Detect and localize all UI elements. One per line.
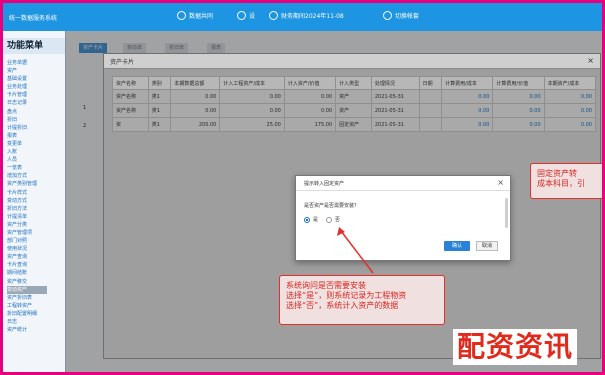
watermark: 配资资讯 [453, 329, 578, 365]
callout-line: 固定资产转 [537, 169, 577, 178]
callout-line: 系统询问是否需要安装 [286, 281, 366, 290]
callout-line: 选择“是”，则系统记录为工程物资 [286, 291, 407, 300]
app-window: 统一数据服务系统 数据共同 设 财务期间2024年11-08 切换帐套 功能菜单… [3, 3, 602, 372]
callout-line: 成本科目，引 [537, 179, 585, 188]
callout-line: 选择“否”，系统计入资产的数据 [286, 301, 399, 310]
annotation-callout: 系统询问是否需要安装 选择“是”，则系统记录为工程物资 选择“否”，系统计入资产… [279, 275, 445, 325]
annotation-callout-side: 固定资产转 成本科目，引 [530, 163, 602, 199]
